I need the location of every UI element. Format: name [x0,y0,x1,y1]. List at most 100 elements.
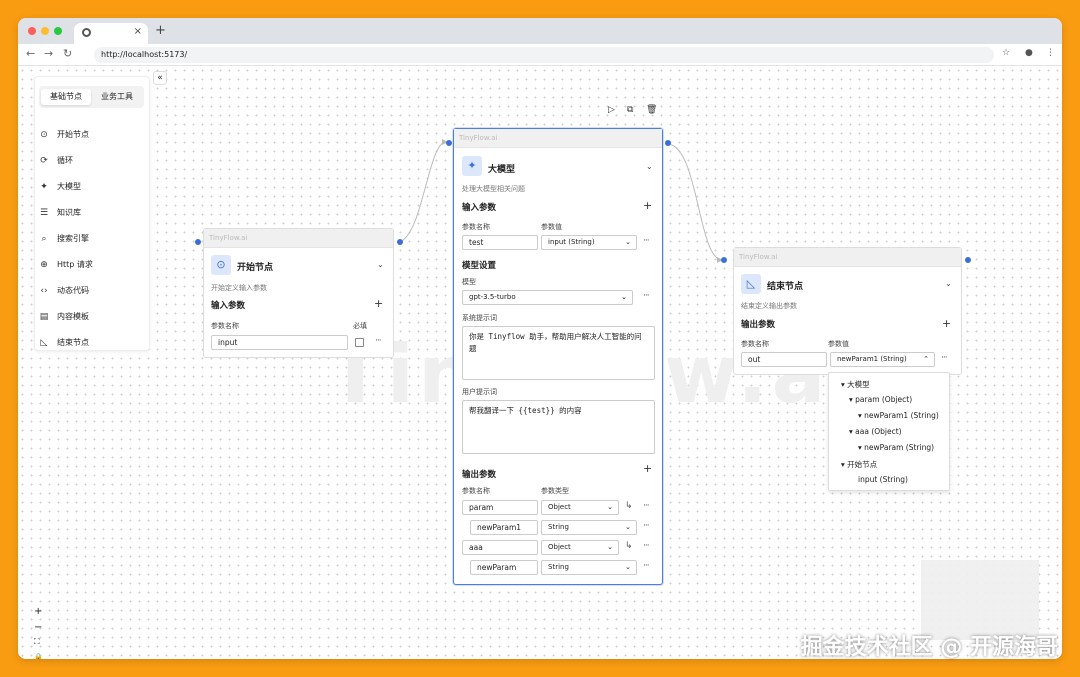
tree-item[interactable]: ▾ newParam1 (String) [858,411,939,420]
start-input-handle[interactable] [195,239,201,245]
output-param-name[interactable]: newParam [470,560,538,575]
palette-item-http[interactable]: ⊕ Http 请求 [39,256,139,274]
input-param-value-select[interactable]: input (String) ⌄ [541,235,637,250]
output-param-name[interactable]: out [741,352,827,367]
system-prompt-textarea[interactable]: 你是 Tinyflow 助手，帮助用户解决人工智能的问题 [462,326,655,380]
start-node[interactable]: TinyFlow.ai ⊙ 开始节点 ⌄ 开始定义输入参数 输入参数 + 参数名… [203,228,394,358]
palette-item-template[interactable]: ▤ 内容模板 [39,308,139,326]
browser-tab[interactable]: × [74,23,148,44]
llm-output-handle[interactable] [665,140,671,146]
zoom-in-button[interactable]: + [34,606,42,617]
add-child-icon[interactable]: ↳ [625,541,632,551]
palette-item-loop[interactable]: ⟳ 循环 [39,152,139,170]
tree-item-label: newParam1 (String) [864,411,939,420]
more-icon[interactable]: ··· [643,291,650,301]
llm-input-handle[interactable] [446,140,452,146]
zoom-out-button[interactable]: − [34,622,42,633]
required-checkbox[interactable] [355,338,364,347]
tab-close-icon[interactable]: × [134,26,142,37]
address-bar: ← → ↻ http://localhost:5173/ ☆ ● ⋮ [18,44,1062,66]
field-label: 模型 [462,278,476,286]
edge-llm-end[interactable] [667,143,722,261]
palette-item-start[interactable]: ⊙ 开始节点 [39,126,139,144]
close-window-icon[interactable] [28,27,36,35]
palette-item-knowledge[interactable]: ☰ 知识库 [39,204,139,222]
tree-item[interactable]: ▾ param (Object) [849,395,912,404]
palette-item-code[interactable]: ‹› 动态代码 [39,282,139,300]
minimize-window-icon[interactable] [41,27,49,35]
maximize-window-icon[interactable] [54,27,62,35]
param-name-input[interactable]: input [211,335,348,350]
palette-item-search[interactable]: ⌕ 搜索引擎 [39,230,139,248]
url-input[interactable]: http://localhost:5173/ [94,47,994,63]
more-icon[interactable]: ··· [941,353,948,363]
more-icon[interactable]: ··· [643,521,650,531]
end-node[interactable]: TinyFlow.ai ◺ 结束节点 ⌄ 结束定义输出参数 输出参数 + 参数名… [733,247,962,375]
chevron-down-icon[interactable]: ⌄ [377,260,384,269]
add-param-icon[interactable]: + [942,317,951,330]
run-icon[interactable]: ▷ [608,105,615,115]
palette-item-label: Http 请求 [57,260,93,269]
new-tab-button[interactable]: + [155,23,166,38]
start-icon: ⊙ [211,255,231,275]
output-param-type-select[interactable]: Object ⌄ [541,500,619,515]
add-param-icon[interactable]: + [374,297,383,310]
more-icon[interactable]: ··· [643,541,650,551]
copy-icon[interactable]: ⧉ [627,105,633,115]
output-param-name[interactable]: aaa [462,540,538,555]
fit-view-button[interactable]: ⛶ [34,637,40,647]
more-icon[interactable]: ··· [643,501,650,511]
more-icon[interactable]: ··· [375,336,382,346]
profile-icon[interactable]: ● [1025,48,1033,58]
column-label: 参数类型 [541,487,569,495]
back-icon[interactable]: ← [26,47,35,60]
chrome-icon [82,28,91,37]
tree-item[interactable]: ▾ 大模型 [841,379,870,390]
output-param-name[interactable]: newParam1 [470,520,538,535]
output-param-value-select[interactable]: newParam1 (String) ⌃ [830,352,935,367]
output-param-name[interactable]: param [462,500,538,515]
reload-icon[interactable]: ↻ [63,47,72,60]
menu-kebab-icon[interactable]: ⋮ [1046,48,1055,58]
more-icon[interactable]: ··· [643,561,650,571]
forward-icon[interactable]: → [44,47,53,60]
tab-business-tools[interactable]: 业务工具 [92,89,142,105]
lock-button[interactable]: 🔒 [34,653,43,659]
node-title: 开始节点 [237,263,274,273]
chevron-down-icon[interactable]: ⌄ [646,162,653,171]
add-param-icon[interactable]: + [643,462,652,475]
edge-start-llm[interactable] [398,141,447,243]
palette-item-label: 开始节点 [57,130,89,139]
end-input-handle[interactable] [721,257,727,263]
tree-item[interactable]: ▾ newParam (String) [858,443,934,452]
tree-item[interactable]: input (String) [858,475,908,484]
model-select[interactable]: gpt-3.5-turbo ⌄ [462,290,633,305]
add-child-icon[interactable]: ↳ [625,501,632,511]
end-output-handle[interactable] [965,257,971,263]
output-param-type-select[interactable]: String ⌄ [541,560,637,575]
collapse-sidebar-button[interactable]: « [153,71,167,85]
tree-item[interactable]: ▾ 开始节点 [841,459,877,470]
output-param-type-select[interactable]: String ⌄ [541,520,637,535]
llm-node[interactable]: TinyFlow.ai ✦ 大模型 ⌄ 处理大模型相关问题 输入参数 + 参数名… [453,128,663,585]
output-param-type-select[interactable]: Object ⌄ [541,540,619,555]
palette-item-end[interactable]: ◺ 结束节点 [39,334,139,352]
palette-item-label: 循环 [57,156,73,165]
delete-icon[interactable]: 🗑 [646,105,657,115]
select-value: Object [548,503,571,511]
chevron-down-icon: ⌄ [607,503,613,511]
flow-canvas[interactable]: Tinyflow.ai 基础节点 业务工具 ⊙开始节点 ⟳循环 ✦大模型 ☰知识… [18,66,1062,659]
tab-basic-nodes[interactable]: 基础节点 [41,89,91,105]
tree-item[interactable]: ▾ aaa (Object) [849,427,902,436]
input-param-name[interactable]: test [462,235,538,250]
more-icon[interactable]: ··· [643,236,650,246]
node-description: 结束定义输出参数 [741,302,797,310]
node-palette: 基础节点 业务工具 ⊙ 开始节点 ⟳ 循环 ✦ 大模型 ☰ 知识库 ⌕ 搜索引擎 ⊕ Htt… [34,76,150,351]
start-output-handle[interactable] [397,239,403,245]
user-prompt-textarea[interactable]: 帮我翻译一下 {{test}} 的内容 [462,400,655,454]
palette-item-llm[interactable]: ✦ 大模型 [39,178,139,196]
add-param-icon[interactable]: + [643,199,652,212]
bookmark-star-icon[interactable]: ☆ [1002,48,1010,58]
chevron-down-icon[interactable]: ⌄ [945,279,952,288]
node-description: 处理大模型相关问题 [462,185,525,193]
